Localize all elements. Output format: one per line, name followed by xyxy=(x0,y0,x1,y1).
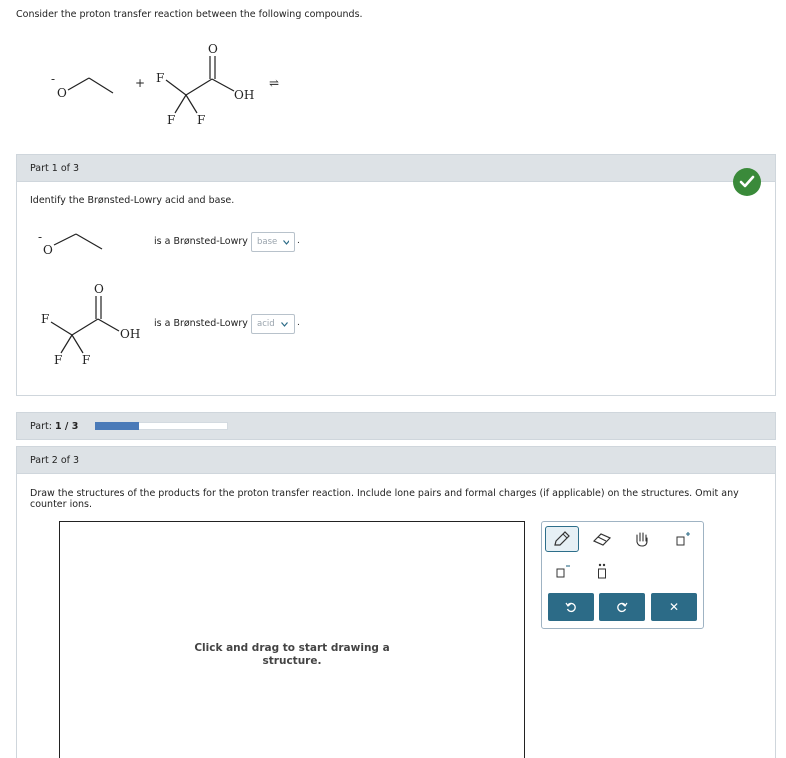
canvas-hint-text: Click and drag to start drawing a struct… xyxy=(194,642,390,667)
tfa-carbonyl-o: O xyxy=(208,42,218,56)
row2-period: . xyxy=(297,318,300,328)
check-icon xyxy=(733,168,761,196)
eraser-icon xyxy=(592,533,612,546)
row2-select-value: acid xyxy=(257,319,275,329)
ethoxide-oxygen: O xyxy=(57,86,67,100)
hand-icon xyxy=(636,532,648,547)
chevron-down-icon xyxy=(283,239,289,245)
row1-oxygen: O xyxy=(43,243,53,257)
pencil-tool-button[interactable] xyxy=(545,526,579,552)
negative-charge-icon xyxy=(556,565,570,578)
part2-instructions: Draw the structures of the products for … xyxy=(30,488,739,510)
plus-sign: + xyxy=(135,76,145,90)
row2-carbonyl-o: O xyxy=(94,282,104,296)
progress-fill xyxy=(95,422,139,430)
part2-header: Part 2 of 3 xyxy=(16,446,776,474)
tfa-oh: OH xyxy=(234,88,254,102)
row1-text: is a Brønsted-Lowry xyxy=(154,236,248,247)
undo-icon xyxy=(565,602,576,613)
row2-tfa: F F F O OH xyxy=(41,282,140,367)
row2-text: is a Brønsted-Lowry xyxy=(154,318,248,329)
lone-pair-icon xyxy=(598,563,606,579)
part1-header: Part 1 of 3 xyxy=(16,154,776,182)
positive-charge-icon xyxy=(676,532,690,546)
progress-label-text: Part: xyxy=(30,421,52,432)
canvas-hint: Click and drag to start drawing a struct… xyxy=(59,642,525,668)
positive-charge-tool-button[interactable] xyxy=(665,526,699,552)
row2-f-top: F xyxy=(41,312,49,326)
row2-oh: OH xyxy=(120,327,140,341)
pencil-icon xyxy=(554,531,570,546)
row1-select-value: base xyxy=(257,237,278,247)
equilibrium-arrow: ⇌ xyxy=(269,76,279,90)
row1-period: . xyxy=(297,236,300,246)
redo-icon xyxy=(617,602,628,613)
tfa-f-right: F xyxy=(197,113,205,127)
part2-title: Part 2 of 3 xyxy=(30,455,80,466)
clear-icon: ✕ xyxy=(668,600,680,614)
eraser-tool-button[interactable] xyxy=(585,526,619,552)
ethoxide-charge: - xyxy=(51,72,55,86)
row1-select[interactable]: base xyxy=(251,232,295,252)
row2-f-left: F xyxy=(54,353,62,367)
redo-button[interactable] xyxy=(599,593,645,621)
progress-label: Part: 1 / 3 xyxy=(30,421,78,432)
intro-text: Consider the proton transfer reaction be… xyxy=(16,9,363,20)
reaction-scheme: - O + F F F O OH ⇌ xyxy=(51,42,279,127)
negative-charge-tool-button[interactable] xyxy=(545,558,579,584)
part1-question: Identify the Brønsted-Lowry acid and bas… xyxy=(30,195,235,206)
row1-ethoxide: - O xyxy=(38,230,103,257)
undo-button[interactable] xyxy=(548,593,594,621)
part1-title: Part 1 of 3 xyxy=(30,163,80,174)
row2-select[interactable]: acid xyxy=(251,314,295,334)
clear-button[interactable]: ✕ xyxy=(651,593,697,621)
progress-value: 1 / 3 xyxy=(55,421,79,432)
hand-tool-button[interactable] xyxy=(625,526,659,552)
drawing-canvas[interactable] xyxy=(59,521,525,758)
tfa-f-left: F xyxy=(167,113,175,127)
row2-f-right: F xyxy=(82,353,90,367)
chevron-down-icon xyxy=(280,321,288,327)
tfa-f-top: F xyxy=(156,71,164,85)
row1-charge: - xyxy=(38,230,42,244)
lone-pair-tool-button[interactable] xyxy=(585,558,619,584)
